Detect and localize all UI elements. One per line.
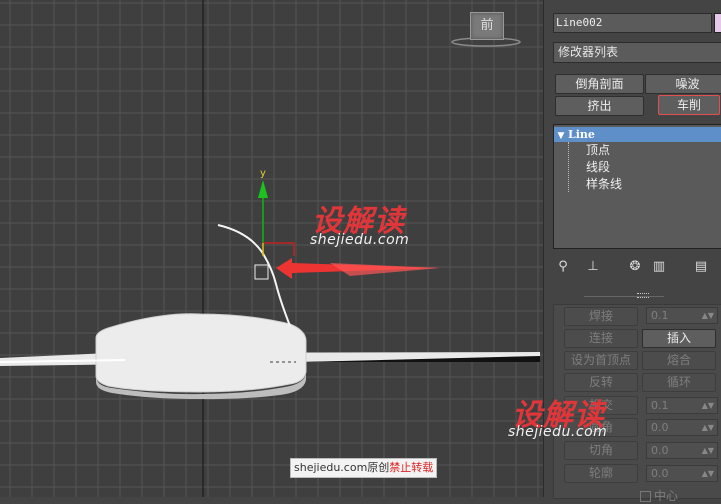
modifier-list-dropdown[interactable]: 修改器列表▼ xyxy=(553,42,721,63)
remove-modifier-icon[interactable]: ▥ xyxy=(651,258,667,276)
stack-item-line-label: Line xyxy=(568,128,595,141)
outline-button[interactable]: 轮廓 xyxy=(564,464,638,483)
outline-value: 0.0 xyxy=(651,467,669,480)
extrude-button[interactable]: 挤出 xyxy=(555,96,644,116)
bottom-watermark-note: 禁止转载 xyxy=(389,461,434,474)
bevel-profile-button[interactable]: 倒角剖面 xyxy=(555,74,644,94)
fillet-value: 0.0 xyxy=(651,421,669,434)
rollout-divider xyxy=(584,296,664,297)
modifier-list-label: 修改器列表 xyxy=(558,45,619,59)
stack-tree-connector xyxy=(568,142,570,192)
expand-triangle-icon[interactable]: ▼ xyxy=(554,129,568,144)
stack-item-line[interactable]: ▼ Line xyxy=(554,127,721,142)
noise-button[interactable]: 噪波 xyxy=(645,74,721,94)
modifier-stack[interactable]: ▼ Line 顶点 线段 样条线 xyxy=(553,124,721,249)
cycle-button[interactable]: 循环 xyxy=(642,373,716,392)
viewcube[interactable]: 前 xyxy=(470,12,504,40)
stack-sub-segment[interactable]: 线段 xyxy=(586,160,610,175)
weld-threshold-spinner[interactable]: 0.1 ▲▼ xyxy=(646,307,718,324)
lathe-button[interactable]: 车削 xyxy=(658,95,720,115)
bottom-watermark-site: shejiedu.com原创 xyxy=(294,461,390,474)
watermark-url: shejiedu.com xyxy=(310,232,410,248)
center-label: 中心 xyxy=(654,489,679,503)
fuse-button[interactable]: 熔合 xyxy=(642,351,716,370)
configure-modifier-sets-icon[interactable]: ▤ xyxy=(693,258,709,276)
outline-spinner[interactable]: 0.0 ▲▼ xyxy=(646,465,718,482)
show-end-result-icon[interactable]: ⊥ xyxy=(585,258,601,276)
rollout-grip-icon[interactable] xyxy=(637,293,649,298)
chamfer-button[interactable]: 切角 xyxy=(564,441,638,460)
chamfer-value: 0.0 xyxy=(651,444,669,457)
spinner-arrows-icon[interactable]: ▲▼ xyxy=(702,420,714,435)
object-color-swatch[interactable] xyxy=(714,13,721,33)
weld-button[interactable]: 焊接 xyxy=(564,307,638,326)
weld-threshold-value: 0.1 xyxy=(651,309,669,322)
viewport-grid xyxy=(0,0,543,497)
make-first-button[interactable]: 设为首顶点 xyxy=(564,351,638,370)
stack-toolbar: ⚲ ⊥ ❂ ▥ ▤ xyxy=(553,258,721,278)
fillet-spinner[interactable]: 0.0 ▲▼ xyxy=(646,419,718,436)
perspective-viewport[interactable]: y 前 设解读 shejiedu.com shejiedu.com原创禁止转载 xyxy=(0,0,543,497)
spinner-arrows-icon[interactable]: ▲▼ xyxy=(702,466,714,481)
chamfer-spinner[interactable]: 0.0 ▲▼ xyxy=(646,442,718,459)
spinner-arrows-icon[interactable]: ▲▼ xyxy=(702,443,714,458)
center-checkbox[interactable]: 中心 xyxy=(640,487,678,504)
crossinsert-spinner[interactable]: 0.1 ▲▼ xyxy=(646,397,718,414)
stack-sub-spline[interactable]: 样条线 xyxy=(586,177,622,192)
insert-button[interactable]: 插入 xyxy=(642,329,716,348)
object-name-field[interactable]: Line002 xyxy=(553,13,712,33)
watermark-url-2: shejiedu.com xyxy=(508,424,608,440)
red-pointer-arrow-tail xyxy=(330,263,440,276)
gizmo-y-arrow xyxy=(258,180,268,198)
spinner-arrows-icon[interactable]: ▲▼ xyxy=(702,398,714,413)
bottom-watermark: shejiedu.com原创禁止转载 xyxy=(290,458,438,478)
crossinsert-value: 0.1 xyxy=(651,399,669,412)
pin-icon[interactable]: ⚲ xyxy=(555,258,571,276)
lathe-body xyxy=(95,313,307,393)
make-unique-icon[interactable]: ❂ xyxy=(627,258,643,276)
connect-button[interactable]: 连接 xyxy=(564,329,638,348)
command-panel: Line002 修改器列表▼ 倒角剖面 噪波 挤出 车削 ▼Line 顶点 线段… xyxy=(508,0,721,503)
spinner-arrows-icon[interactable]: ▲▼ xyxy=(702,308,714,323)
gizmo-y-label: y xyxy=(260,168,266,179)
stack-sub-vertex[interactable]: 顶点 xyxy=(586,143,610,158)
viewport-canvas: y xyxy=(0,0,543,497)
